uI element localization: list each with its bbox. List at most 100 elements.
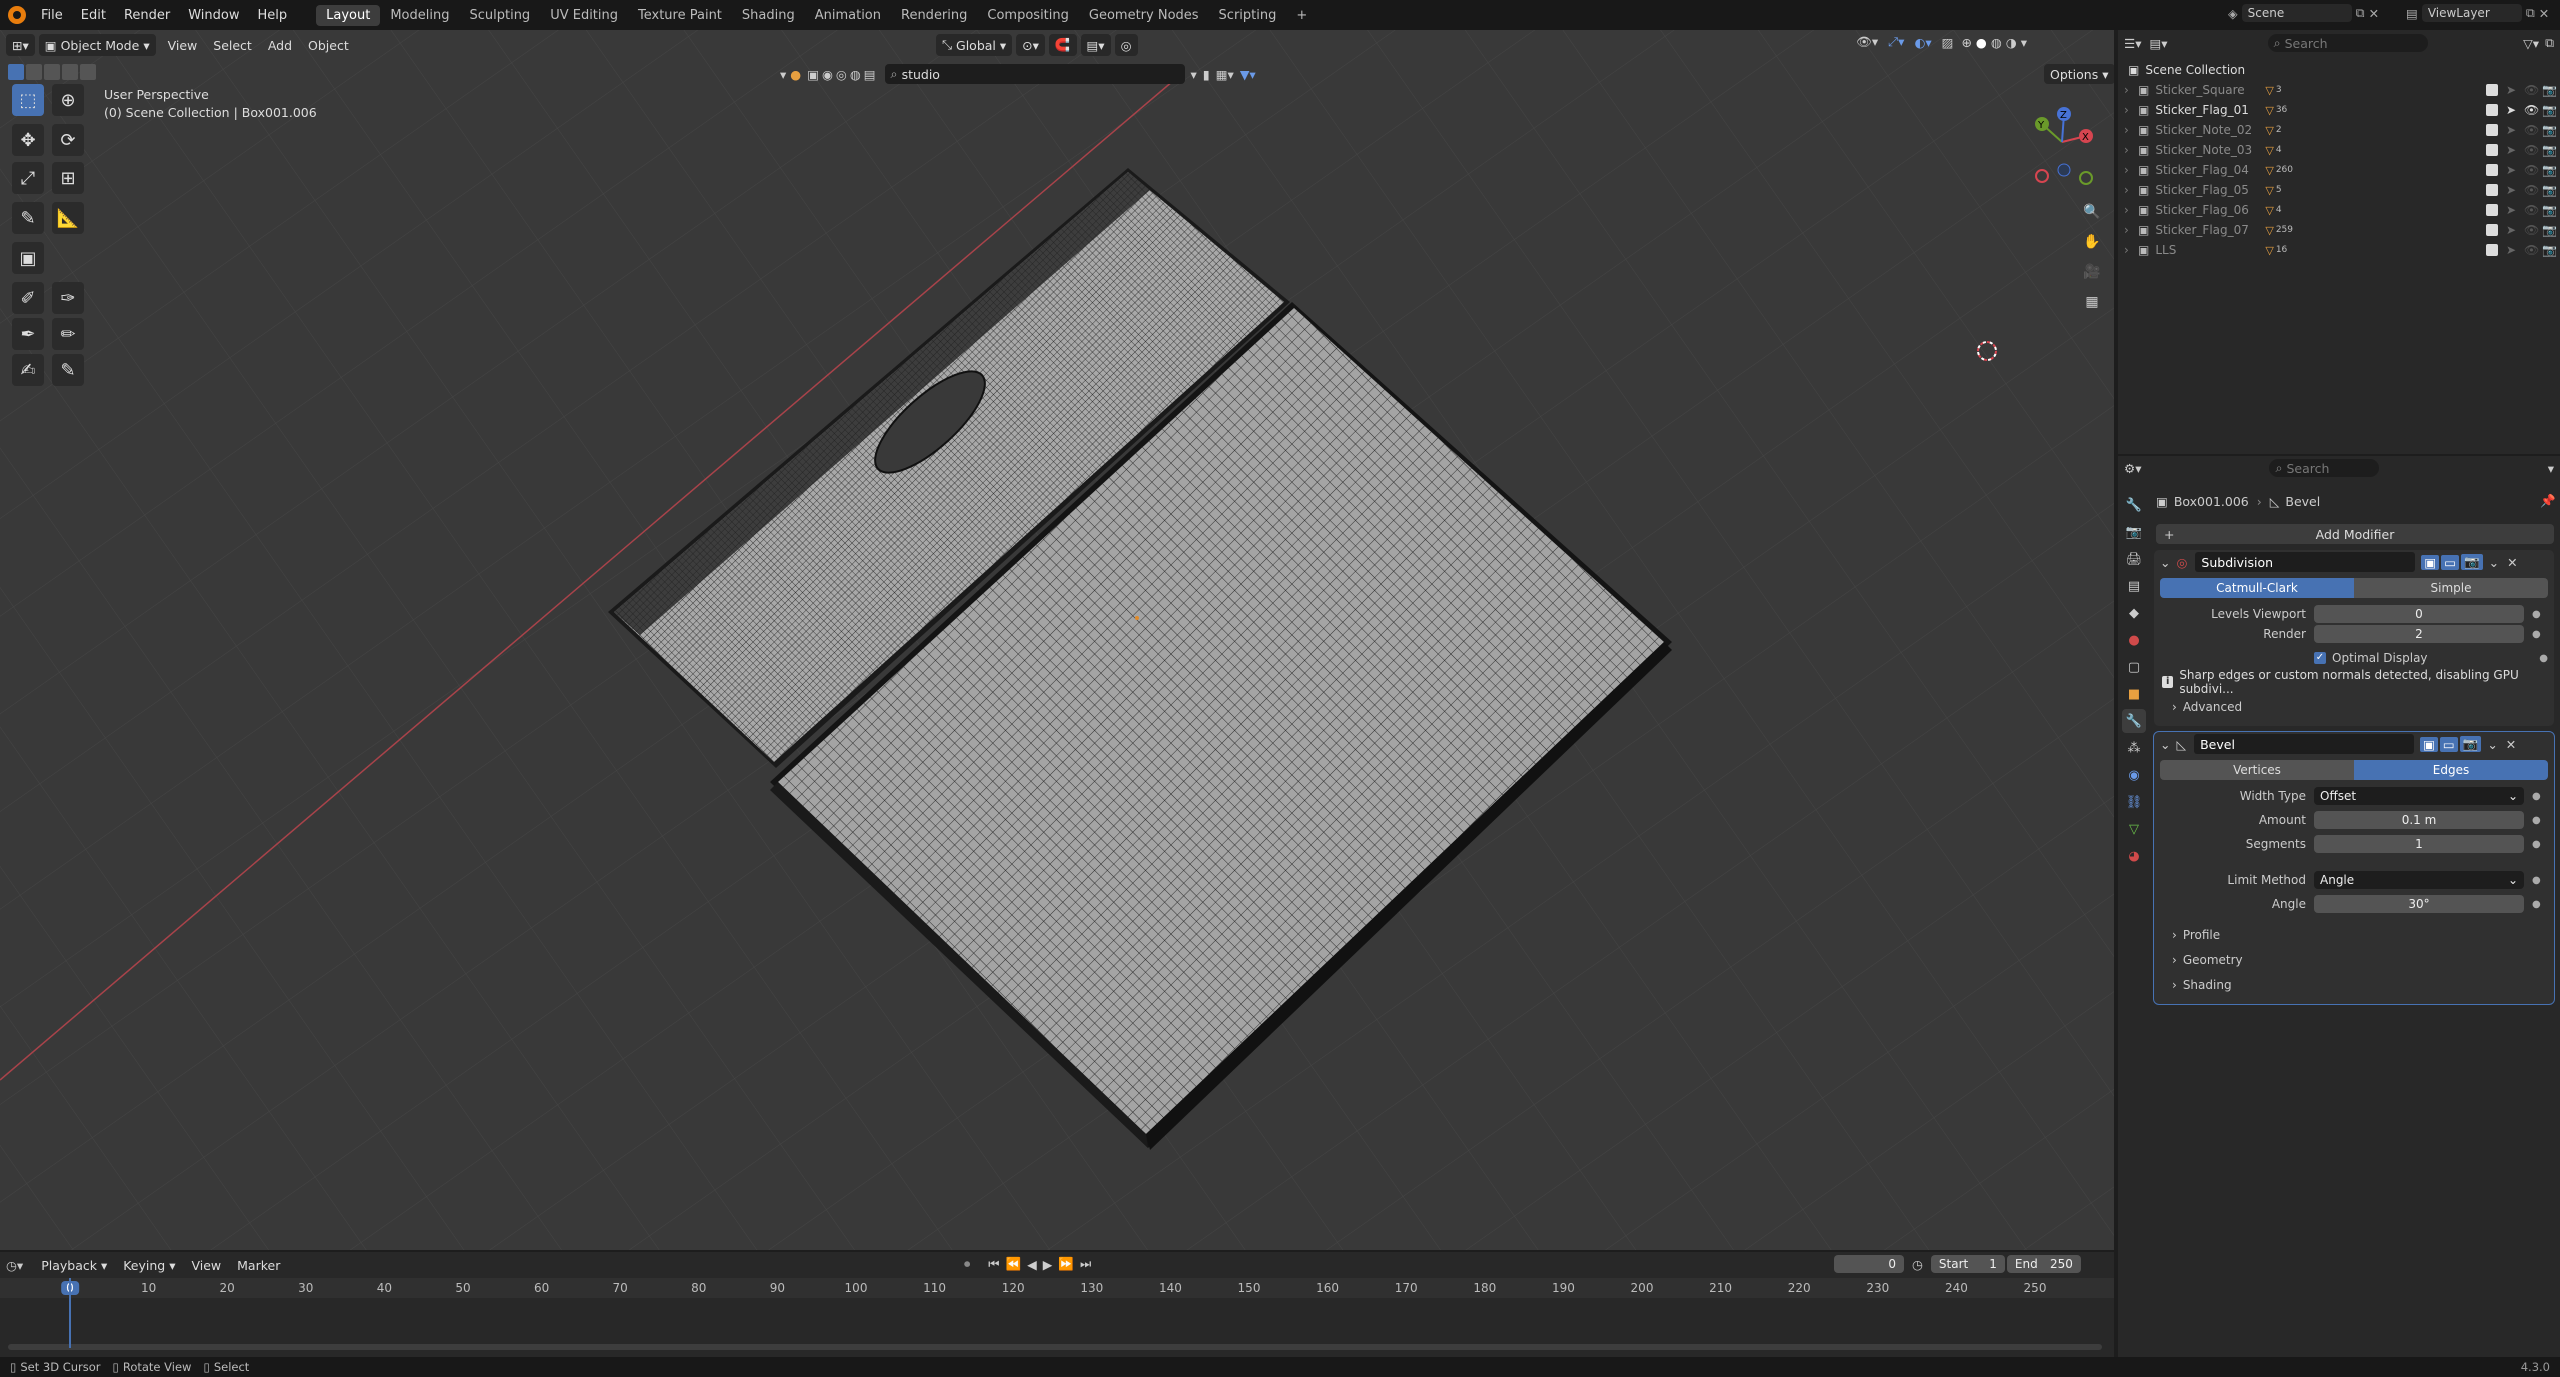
outliner-editor-icon[interactable]: ☰▾ — [2124, 36, 2141, 51]
start-frame-field[interactable]: Start 1 — [1930, 1255, 2005, 1273]
chevron-down-icon[interactable]: ⌄ — [2160, 737, 2170, 752]
outliner-item[interactable]: › ▣ Sticker_Flag_04 ▽ 260 ➤ 👁 📷 — [2124, 160, 2560, 180]
select-arrow-icon[interactable]: ➤ — [2506, 203, 2516, 217]
menu-playback[interactable]: Playback ▾ — [33, 1258, 115, 1273]
pivot-icon[interactable]: ⊙▾ — [1016, 34, 1045, 56]
select-arrow-icon[interactable]: ➤ — [2506, 163, 2516, 177]
proportional-edit-icon[interactable]: ◎ — [1114, 34, 1138, 56]
keyframe-dot-icon[interactable]: ● — [2532, 875, 2541, 886]
add-cube-tool-icon[interactable]: ▣ — [12, 242, 44, 274]
keyframe-dot-icon[interactable]: ● — [2532, 815, 2541, 826]
expand-arrow-icon[interactable]: › — [2124, 123, 2138, 137]
play-reverse-icon[interactable]: ◀ — [1027, 1257, 1037, 1272]
exclude-checkbox[interactable] — [2486, 204, 2498, 216]
scene-collection-row[interactable]: ▣ Scene Collection — [2124, 60, 2560, 80]
visibility-eye-icon[interactable]: 👁 — [2524, 223, 2539, 237]
expand-arrow-icon[interactable]: › — [2124, 203, 2138, 217]
select-box-tool-icon[interactable]: ⬚ — [12, 84, 44, 116]
menu-view-timeline[interactable]: View — [183, 1258, 229, 1273]
view-layer-tab-icon[interactable]: ▤ — [2122, 574, 2146, 598]
exclude-checkbox[interactable] — [2486, 84, 2498, 96]
constraints-tab-icon[interactable]: ⛓ — [2122, 790, 2146, 814]
snap-options-icon[interactable]: ▤▾ — [1080, 34, 1111, 56]
select-arrow-icon[interactable]: ➤ — [2506, 143, 2516, 157]
close-icon[interactable]: ✕ — [2507, 555, 2517, 570]
menu-render[interactable]: Render — [115, 8, 179, 23]
record-icon[interactable]: ⏺ — [964, 1256, 970, 1272]
physics-tab-icon[interactable]: ◉ — [2122, 763, 2146, 787]
select-invert-icon[interactable] — [62, 64, 78, 80]
move-tool-icon[interactable]: ✥ — [12, 124, 44, 156]
keyframe-dot-icon[interactable]: ● — [2532, 899, 2541, 910]
menu-window[interactable]: Window — [179, 8, 248, 23]
tab-rendering[interactable]: Rendering — [891, 5, 977, 26]
solid-shading-icon[interactable]: ● — [1976, 35, 1987, 50]
render-toggle-icon[interactable]: 📷 — [2461, 554, 2483, 570]
menu-view[interactable]: View — [160, 38, 206, 53]
paint-tool-2-icon[interactable]: ✑ — [52, 282, 84, 314]
simple-button[interactable]: Simple — [2354, 578, 2548, 598]
ortho-grid-icon[interactable]: ▦ — [2078, 288, 2106, 316]
filter-icon[interactable]: ▽▾ — [2523, 36, 2539, 51]
exclude-checkbox[interactable] — [2486, 104, 2498, 116]
menu-object[interactable]: Object — [300, 38, 357, 53]
exclude-checkbox[interactable] — [2486, 184, 2498, 196]
viewlayer-field[interactable]: ViewLayer — [2421, 4, 2522, 22]
outliner-item[interactable]: › ▣ LLS ▽ 16 ➤ 👁 📷 — [2124, 240, 2560, 260]
next-keyframe-icon[interactable]: ⏩ — [1058, 1256, 1074, 1272]
properties-search-input[interactable]: ⌕ Search — [2269, 459, 2380, 477]
render-camera-icon[interactable]: 📷 — [2542, 243, 2557, 257]
pan-hand-icon[interactable]: ✋ — [2078, 228, 2106, 256]
select-arrow-icon[interactable]: ➤ — [2506, 243, 2516, 257]
bevel-name-field[interactable]: Bevel — [2194, 734, 2415, 754]
render-camera-icon[interactable]: 📷 — [2542, 83, 2557, 97]
expand-arrow-icon[interactable]: › — [2124, 223, 2138, 237]
menu-file[interactable]: File — [32, 8, 72, 23]
select-arrow-icon[interactable]: ➤ — [2506, 223, 2516, 237]
render-levels-field[interactable]: 2 — [2314, 625, 2524, 643]
outliner-search-input[interactable]: ⌕ Search — [2267, 34, 2428, 52]
transform-tool-icon[interactable]: ⊞ — [52, 162, 84, 194]
expand-arrow-icon[interactable]: › — [2124, 163, 2138, 177]
exclude-checkbox[interactable] — [2486, 164, 2498, 176]
menu-edit[interactable]: Edit — [72, 8, 115, 23]
new-viewlayer-icon[interactable]: ⧉ — [2526, 5, 2535, 21]
scene-field[interactable]: Scene — [2241, 4, 2352, 22]
paint-tool-5-icon[interactable]: ✍ — [12, 354, 44, 386]
close-icon[interactable]: ✕ — [2506, 737, 2516, 752]
gizmo-toggle-icon[interactable]: ⤢▾ — [1888, 34, 1904, 50]
angle-field[interactable]: 30° — [2314, 895, 2524, 913]
catmull-clark-button[interactable]: Catmull-Clark — [2160, 578, 2354, 598]
timeline-scrollbar[interactable] — [8, 1344, 2102, 1350]
visibility-eye-icon[interactable]: 👁 — [2524, 163, 2539, 177]
bookmark-icon[interactable]: ▮ — [1203, 67, 1210, 82]
overlay-toggle-icon[interactable]: ◐▾ — [1914, 35, 1931, 50]
properties-editor-icon[interactable]: ⚙▾ — [2124, 461, 2141, 476]
wireframe-shading-icon[interactable]: ⊕ — [1961, 35, 1971, 50]
shading-icons[interactable]: ▣◉◎◍▤ — [807, 67, 878, 82]
visibility-eye-icon[interactable]: 👁 — [2524, 143, 2539, 157]
viewport-toggle-icon[interactable]: ▭ — [2439, 736, 2458, 752]
optimal-display-checkbox[interactable]: ✓ — [2314, 652, 2326, 664]
options-button[interactable]: Options ▾ — [2044, 64, 2114, 84]
modifier-menu-icon[interactable]: ⌄ — [2489, 555, 2499, 570]
render-camera-icon[interactable]: 📷 — [2542, 223, 2557, 237]
outliner-item[interactable]: › ▣ Sticker_Flag_06 ▽ 4 ➤ 👁 📷 — [2124, 200, 2560, 220]
timeline-editor-icon[interactable]: ◷▾ — [6, 1258, 23, 1273]
chevron-down-icon[interactable]: ⌄ — [2160, 555, 2170, 570]
prev-keyframe-icon[interactable]: ⏪ — [1006, 1256, 1022, 1272]
chevron-down-icon[interactable]: ▾ — [2548, 461, 2554, 476]
exclude-checkbox[interactable] — [2486, 244, 2498, 256]
filter-icon[interactable]: ▼▾ — [1240, 67, 1256, 82]
orientation-dropdown[interactable]: ⤡ Global ▾ — [936, 34, 1013, 56]
levels-viewport-field[interactable]: 0 — [2314, 605, 2524, 623]
particles-tab-icon[interactable]: ⁂ — [2122, 736, 2146, 760]
paint-tool-3-icon[interactable]: ✒ — [12, 318, 44, 350]
display-mode-icon[interactable]: ▤▾ — [2149, 36, 2167, 51]
select-subtract-icon[interactable] — [44, 64, 60, 80]
object-tab-icon[interactable]: ■ — [2122, 682, 2146, 706]
keyframe-dot-icon[interactable]: ● — [2532, 839, 2541, 850]
expand-arrow-icon[interactable]: › — [2124, 143, 2138, 157]
profile-subpanel[interactable]: › Profile — [2154, 922, 2554, 947]
menu-add[interactable]: Add — [260, 38, 300, 53]
